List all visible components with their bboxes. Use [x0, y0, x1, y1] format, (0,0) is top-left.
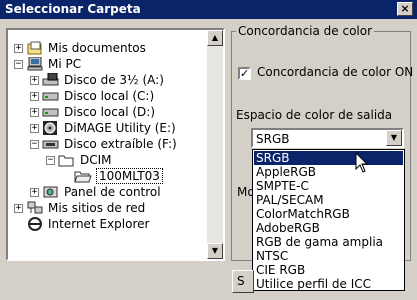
output-color-space-label: Espacio de color de salida — [236, 108, 393, 122]
tree-item-mi-pc[interactable]: − Mi PC — [14, 56, 81, 72]
tree-item-panel-control[interactable]: + Panel de control — [30, 184, 161, 200]
collapse-toggle[interactable]: − — [46, 155, 55, 165]
cd-drive-icon — [42, 121, 60, 135]
collapse-toggle[interactable]: − — [14, 59, 23, 69]
hard-drive-icon — [42, 105, 60, 119]
tree-item-label: DCIM — [80, 153, 112, 167]
color-space-select[interactable]: SRGB ▼ — [251, 128, 404, 148]
folder-open-icon — [58, 153, 76, 167]
expand-toggle[interactable]: + — [30, 187, 39, 197]
control-panel-icon — [42, 185, 60, 199]
removable-drive-icon — [42, 137, 60, 151]
tree-item-mis-documentos[interactable]: + Mis documentos — [14, 40, 146, 56]
my-computer-icon — [26, 56, 44, 71]
color-matching-legend: Concordancia de color — [236, 24, 375, 38]
dropdown-option[interactable]: PAL/SECAM — [254, 193, 403, 207]
select-folder-dialog: Seleccionar Carpeta × + Mis documentos −… — [0, 0, 417, 300]
tree-item-label: Mi PC — [48, 57, 82, 71]
partial-button[interactable]: S — [232, 270, 254, 293]
dropdown-option[interactable]: ColorMatchRGB — [254, 207, 403, 221]
color-space-dropdown-list[interactable]: SRGB AppleRGB SMPTE-C PAL/SECAM ColorMat… — [252, 149, 405, 291]
folder-open-icon — [74, 169, 92, 183]
tree-item-label: Mis sitios de red — [48, 201, 146, 215]
dropdown-option[interactable]: Utilice perfil de ICC — [254, 277, 403, 291]
dropdown-option[interactable]: RGB de gama amplia — [254, 235, 403, 249]
tree-item-dimage-e[interactable]: + DiMAGE Utility (E:) — [30, 120, 176, 136]
tree-item-label: Disco local (C:) — [64, 89, 155, 103]
close-button[interactable]: × — [397, 2, 413, 16]
expand-toggle[interactable]: + — [30, 91, 39, 101]
tree-item-label: 100MLT03 — [96, 168, 163, 184]
tree-item-100mlt03[interactable]: 100MLT03 — [62, 168, 163, 184]
color-matching-checkbox[interactable]: ✓ — [238, 67, 251, 80]
tree-item-disco-d[interactable]: + Disco local (D:) — [30, 104, 155, 120]
tree-item-label: DiMAGE Utility (E:) — [64, 121, 176, 135]
expand-toggle[interactable]: + — [14, 43, 23, 53]
expand-toggle[interactable]: + — [30, 123, 39, 133]
color-matching-checkbox-label[interactable]: Concordancia de color ON — [257, 65, 413, 79]
tree-item-disco-c[interactable]: + Disco local (C:) — [30, 88, 154, 104]
expand-toggle[interactable]: + — [30, 75, 39, 85]
expand-toggle[interactable]: + — [14, 203, 23, 213]
dropdown-option[interactable]: SMPTE-C — [254, 179, 403, 193]
dropdown-option[interactable]: AdobeRGB — [254, 221, 403, 235]
tree-item-label: Internet Explorer — [48, 217, 150, 231]
tree-item-dcim[interactable]: − DCIM — [46, 152, 112, 168]
tree-item-disco-f[interactable]: − Disco extraíble (F:) — [30, 136, 177, 152]
title-bar[interactable]: Seleccionar Carpeta × — [0, 0, 417, 19]
tree-item-label: Disco local (D:) — [64, 105, 156, 119]
dropdown-option[interactable]: CIE RGB — [254, 263, 403, 277]
tree-item-label: Disco extraíble (F:) — [64, 137, 177, 151]
color-space-select-value: SRGB — [256, 132, 290, 146]
floppy-drive-icon — [42, 72, 60, 87]
scroll-up-button[interactable]: ▲ — [207, 30, 223, 46]
dropdown-option[interactable]: SRGB — [254, 151, 403, 165]
scroll-down-button[interactable]: ▼ — [207, 243, 223, 259]
dropdown-arrow-button[interactable]: ▼ — [386, 130, 402, 146]
window-title: Seleccionar Carpeta — [5, 2, 141, 16]
tree-item-label: Mis documentos — [48, 41, 146, 55]
tree-scrollbar[interactable]: ▲ ▼ — [207, 30, 223, 259]
internet-explorer-icon — [26, 217, 44, 231]
tree-item-internet-explorer[interactable]: Internet Explorer — [14, 216, 149, 232]
network-places-icon — [26, 201, 44, 215]
hard-drive-icon — [42, 89, 60, 103]
folder-tree[interactable]: + Mis documentos − Mi PC + Disco de 3½ (… — [6, 28, 225, 261]
tree-item-sitios-red[interactable]: + Mis sitios de red — [14, 200, 145, 216]
tree-item-label: Disco de 3½ (A:) — [64, 73, 164, 87]
dropdown-option[interactable]: NTSC — [254, 249, 403, 263]
tree-item-disco-a[interactable]: + Disco de 3½ (A:) — [30, 72, 164, 88]
expand-toggle[interactable]: + — [30, 107, 39, 117]
collapse-toggle[interactable]: − — [30, 139, 39, 149]
my-documents-icon — [26, 41, 44, 55]
tree-item-label: Panel de control — [64, 185, 161, 199]
dropdown-option[interactable]: AppleRGB — [254, 165, 403, 179]
